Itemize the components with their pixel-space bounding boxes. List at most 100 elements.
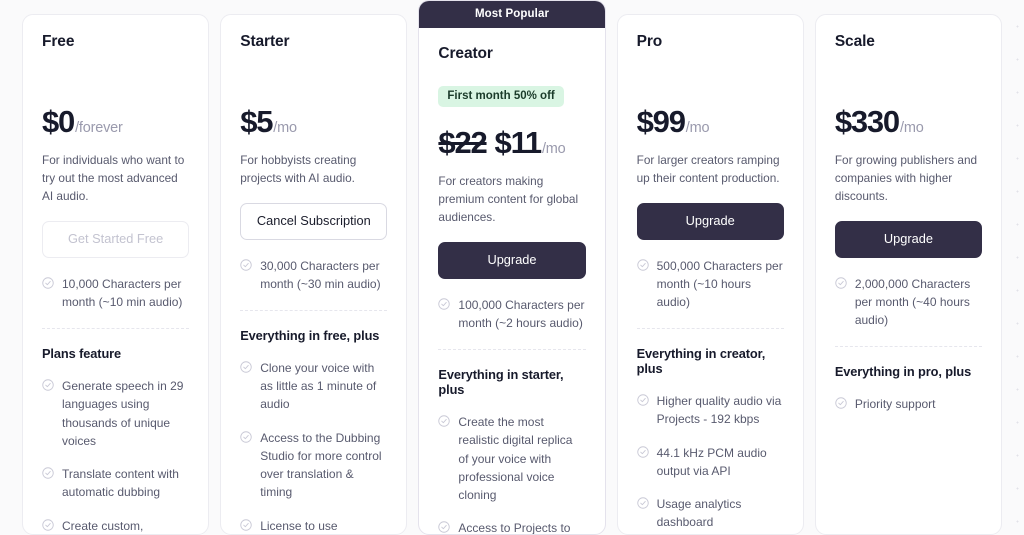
feature-text: Generate speech in 29 languages using th… bbox=[62, 379, 184, 448]
plan-name: Starter bbox=[240, 33, 290, 50]
feature-text: Higher quality audio via Projects - 192 … bbox=[656, 394, 782, 427]
plan-quota: 30,000 Characters per month (~30 min aud… bbox=[240, 257, 387, 293]
price-spacer bbox=[240, 52, 387, 104]
features-heading: Everything in starter, plus bbox=[438, 367, 564, 398]
feature-text: Access to the Dubbing Studio for more co… bbox=[260, 430, 382, 500]
feature-text: Access to Projects to create long form c… bbox=[458, 521, 571, 535]
plan-card-scale: Scale $330/mo For growing publishers and c… bbox=[814, 14, 1003, 535]
section-divider bbox=[636, 328, 784, 330]
price-row: $99/mo bbox=[637, 104, 784, 140]
plan-card-free: Free $0/forever For individuals who want t… bbox=[22, 14, 210, 535]
features-list: Priority support bbox=[835, 395, 982, 413]
check-circle-icon bbox=[438, 521, 451, 534]
check-circle-icon bbox=[438, 298, 451, 310]
check-circle-icon bbox=[240, 430, 252, 443]
feature-item: Access to Projects to create long form c… bbox=[438, 519, 585, 535]
plan-card-body: Starter $5/mo For hobbyists creating proje… bbox=[240, 33, 388, 534]
feature-text: Priority support bbox=[854, 397, 936, 412]
check-circle-icon bbox=[835, 277, 847, 289]
quota-text: 10,000 Characters per month (~10 min aud… bbox=[62, 276, 183, 310]
quota-text: 2,000,000 Characters per month (~40 hour… bbox=[854, 276, 971, 328]
quota-item: 100,000 Characters per month (~2 hours a… bbox=[438, 296, 585, 332]
plan-description: For creators making premium content for … bbox=[438, 173, 579, 225]
plan-name: Free bbox=[42, 33, 75, 50]
check-circle-icon bbox=[42, 379, 54, 391]
feature-item: Priority support bbox=[835, 395, 982, 413]
feature-item: Translate content with automatic dubbing bbox=[42, 465, 189, 501]
plan-name: Pro bbox=[636, 33, 663, 50]
quota-text: 100,000 Characters per month (~2 hours a… bbox=[458, 297, 585, 331]
check-circle-icon bbox=[240, 361, 252, 373]
section-divider bbox=[240, 309, 388, 311]
plan-quota: 500,000 Characters per month (~10 hours … bbox=[636, 257, 784, 312]
plan-description: For growing publishers and companies wit… bbox=[834, 152, 978, 204]
feature-item: 44.1 kHz PCM audio output via API bbox=[636, 444, 784, 480]
plan-cta-pro[interactable]: Upgrade bbox=[636, 203, 784, 240]
check-circle-icon bbox=[636, 445, 649, 458]
features-heading: Everything in creator, plus bbox=[636, 346, 766, 377]
price-spacer bbox=[637, 52, 784, 104]
plan-cta-starter[interactable]: Cancel Subscription bbox=[240, 203, 388, 240]
check-circle-icon bbox=[42, 277, 54, 289]
price-period: /mo bbox=[541, 140, 566, 157]
price-spacer bbox=[835, 52, 982, 104]
feature-item: Create custom, synthetic voices bbox=[42, 517, 189, 534]
price-row: $0/forever bbox=[42, 104, 189, 140]
feature-text: 44.1 kHz PCM audio output via API bbox=[656, 445, 767, 478]
current-price: $5 bbox=[240, 103, 273, 139]
check-circle-icon bbox=[636, 394, 649, 406]
quota-item: 2,000,000 Characters per month (~40 hour… bbox=[835, 275, 982, 330]
original-price: $22 bbox=[438, 124, 487, 160]
features-heading: Everything in free, plus bbox=[240, 327, 380, 343]
price-row: $330/mo bbox=[835, 104, 982, 140]
plan-card-body: Free $0/forever For individuals who want t… bbox=[42, 33, 190, 534]
plan-card-pro: Pro $99/mo For larger creators ramping up … bbox=[616, 14, 804, 535]
quota-text: 30,000 Characters per month (~30 min aud… bbox=[260, 258, 381, 291]
current-price: $0 bbox=[42, 103, 75, 139]
price-period: /forever bbox=[75, 119, 123, 136]
feature-text: License to use ElevenLabs for commercial… bbox=[260, 518, 338, 533]
plan-cta-creator[interactable]: Upgrade bbox=[438, 242, 586, 279]
feature-item: Generate speech in 29 languages using th… bbox=[42, 377, 189, 450]
price-spacer bbox=[438, 107, 585, 125]
check-circle-icon bbox=[835, 397, 847, 410]
plan-card-starter: Starter $5/mo For hobbyists creating proje… bbox=[220, 14, 408, 535]
check-circle-icon bbox=[240, 518, 252, 531]
feature-text: Clone your voice with as little as 1 min… bbox=[260, 360, 377, 412]
feature-item: License to use ElevenLabs for commercial… bbox=[240, 517, 387, 534]
feature-text: Create custom, synthetic voices bbox=[62, 518, 144, 533]
features-list: Higher quality audio via Projects - 192 … bbox=[636, 392, 784, 531]
price-period: /mo bbox=[685, 119, 710, 136]
check-circle-icon bbox=[240, 258, 252, 271]
plan-cta-free: Get Started Free bbox=[42, 221, 190, 258]
check-circle-icon bbox=[42, 518, 54, 531]
check-circle-icon bbox=[636, 258, 649, 271]
plan-quota: 2,000,000 Characters per month (~40 hour… bbox=[835, 275, 982, 330]
plan-card-body: Pro $99/mo For larger creators ramping up … bbox=[636, 33, 784, 534]
pricing-plan-grid: Free $0/forever For individuals who want t… bbox=[0, 0, 1024, 535]
section-divider bbox=[42, 328, 190, 330]
check-circle-icon bbox=[636, 497, 649, 509]
quota-text: 500,000 Characters per month (~10 hours … bbox=[656, 258, 783, 309]
feature-item: Usage analytics dashboard bbox=[636, 495, 784, 531]
section-divider bbox=[438, 349, 586, 351]
current-price: $330 bbox=[834, 103, 900, 139]
quota-item: 10,000 Characters per month (~10 min aud… bbox=[42, 275, 189, 311]
feature-text: Translate content with automatic dubbing bbox=[62, 467, 179, 500]
current-price: $11 bbox=[494, 124, 543, 160]
discount-badge: First month 50% off bbox=[438, 85, 564, 107]
feature-item: Clone your voice with as little as 1 min… bbox=[240, 359, 387, 414]
plan-description: For individuals who want to try out the … bbox=[42, 152, 185, 204]
current-price: $99 bbox=[636, 103, 686, 139]
price-row: $5/mo bbox=[240, 104, 387, 140]
feature-text: Usage analytics dashboard bbox=[656, 497, 742, 530]
plan-cta-scale[interactable]: Upgrade bbox=[834, 221, 983, 258]
features-list: Clone your voice with as little as 1 min… bbox=[240, 359, 387, 534]
plan-name: Creator bbox=[438, 45, 493, 62]
most-popular-banner: Most Popular bbox=[419, 1, 605, 28]
section-divider bbox=[834, 346, 983, 348]
price-spacer bbox=[42, 52, 189, 104]
plan-quota: 10,000 Characters per month (~10 min aud… bbox=[42, 275, 189, 311]
feature-item: Higher quality audio via Projects - 192 … bbox=[636, 392, 784, 428]
plan-card-body: Scale $330/mo For growing publishers and c… bbox=[834, 33, 983, 534]
